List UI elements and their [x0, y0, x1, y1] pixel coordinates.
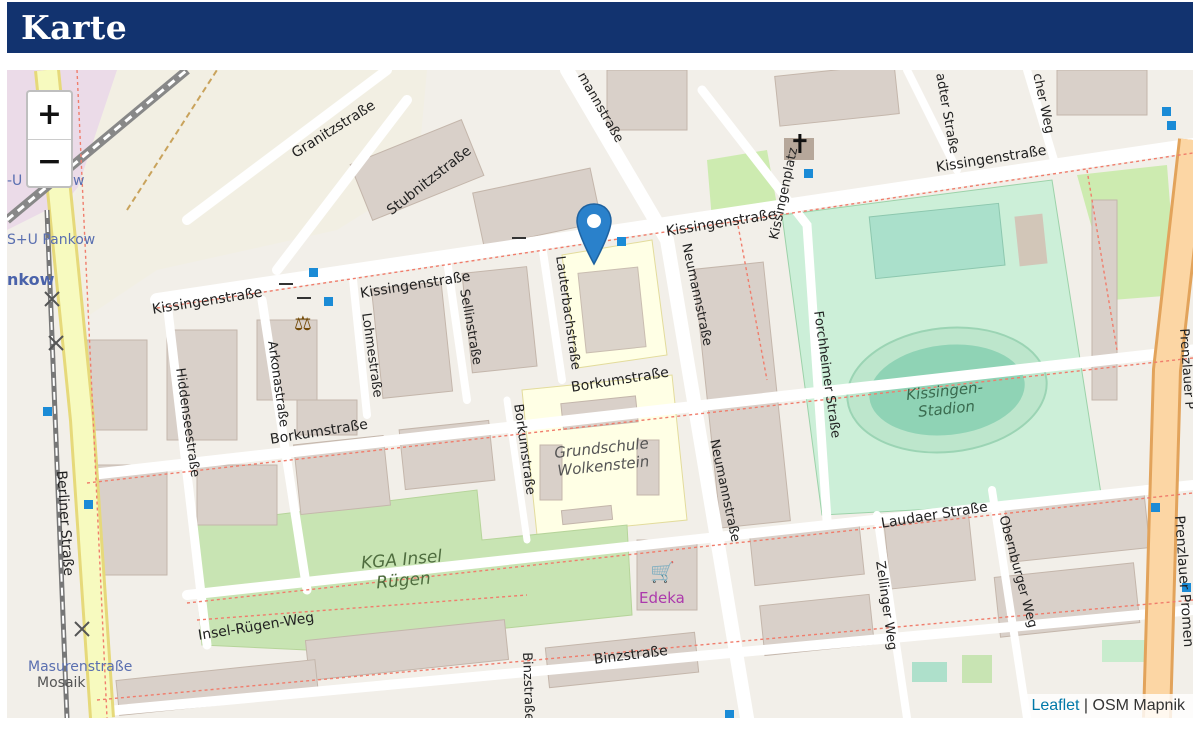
- map-marker-icon[interactable]: [575, 202, 613, 266]
- zoom-control: + −: [26, 90, 73, 188]
- street-label: Binzstraße: [519, 652, 537, 718]
- station-label: w: [73, 173, 85, 189]
- tile-provider-label: OSM Mapnik: [1092, 697, 1185, 714]
- scales-icon: ⚖: [294, 311, 312, 335]
- garden-label: KGA Insel Rügen: [360, 547, 445, 596]
- zoom-out-button[interactable]: −: [28, 139, 71, 186]
- map-attribution: Leaflet | OSM Mapnik: [1025, 694, 1193, 718]
- page-title: Karte: [21, 8, 128, 47]
- shop-label: Edeka: [639, 589, 685, 607]
- place-label: Mosaik: [37, 675, 86, 691]
- station-label: -U: [7, 173, 23, 189]
- shopping-cart-icon: 🛒: [650, 560, 675, 584]
- station-label: Masurenstraße: [28, 659, 133, 675]
- zoom-in-button[interactable]: +: [28, 92, 71, 140]
- page-header: Karte: [7, 2, 1193, 53]
- station-label: S+U Pankow: [7, 232, 96, 248]
- attribution-separator: |: [1079, 697, 1093, 714]
- place-label: nkow: [7, 270, 55, 289]
- leaflet-link[interactable]: Leaflet: [1031, 697, 1079, 714]
- map-view[interactable]: ⚖ ✝ 🛒 Granitzstraße Stubnitzstraße Kissi…: [7, 70, 1193, 718]
